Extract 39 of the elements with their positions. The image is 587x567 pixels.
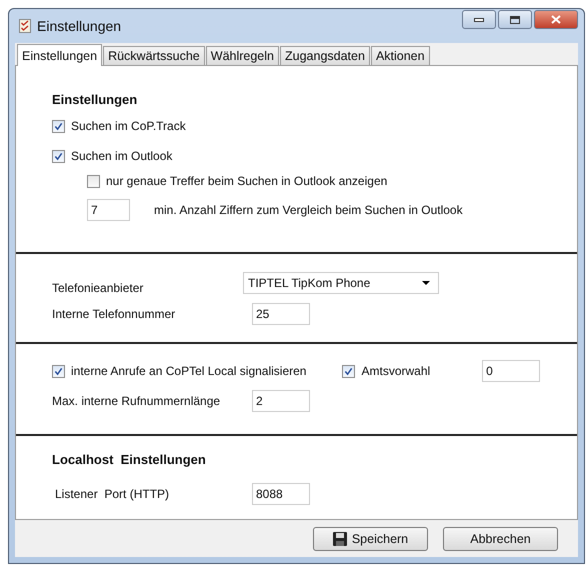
checkbox[interactable] [52, 364, 65, 378]
close-button[interactable] [534, 10, 578, 29]
checkbox[interactable] [87, 174, 100, 188]
checkbox[interactable] [52, 150, 65, 162]
input-field[interactable]: 7 [87, 199, 130, 221]
cancel-button[interactable]: Abbrechen [443, 526, 558, 550]
field-label: Interne Telefonnummer [52, 307, 176, 321]
input-field[interactable]: 2 [252, 390, 310, 412]
field-label: min. Anzahl Ziffern zum Vergleich beim Suchen in Outlook [154, 203, 463, 217]
checkbox-label: Suchen im CoP.Track [71, 119, 186, 133]
dropdown[interactable]: TIPTEL TipKom Phone [243, 272, 439, 294]
input-field[interactable]: 25 [252, 303, 310, 325]
checklist-icon [19, 19, 31, 33]
caret-icon [422, 281, 430, 285]
tab[interactable]: Zugangsdaten [280, 46, 370, 65]
close-icon [551, 15, 561, 24]
checkbox-label: Suchen im Outlook [71, 149, 172, 163]
window-title: Einstellungen [37, 18, 122, 34]
input-field[interactable]: 0 [482, 360, 540, 382]
field-label: Max. interne Rufnummernlänge [52, 394, 222, 408]
tab[interactable]: Einstellungen [17, 44, 102, 66]
checkbox-label: Amtsvorwahl [361, 364, 430, 378]
maximize-button[interactable] [498, 10, 532, 29]
tab[interactable]: Rückwärtssuche [103, 46, 205, 65]
minimize-icon [474, 18, 484, 22]
tab[interactable]: Wählregeln [206, 46, 279, 65]
save-button[interactable]: Speichern [313, 526, 428, 550]
section-heading: Localhost Einstellungen [52, 452, 207, 467]
minimize-button[interactable] [462, 10, 496, 29]
checkbox-label: nur genaue Treffer beim Suchen in Outlook anzeigen [106, 174, 388, 188]
field-label: Telefonieanbieter [52, 281, 144, 295]
field-label: Listener Port (HTTP) [54, 487, 170, 501]
checkbox[interactable] [52, 120, 65, 132]
input-field[interactable]: 8088 [252, 483, 310, 505]
checkbox[interactable] [342, 364, 356, 378]
maximize-icon [510, 16, 520, 24]
tab[interactable]: Aktionen [370, 46, 430, 65]
checkbox-label: interne Anrufe an CoPTel Local signalisieren [71, 364, 306, 378]
section-heading: Einstellungen [52, 92, 138, 107]
